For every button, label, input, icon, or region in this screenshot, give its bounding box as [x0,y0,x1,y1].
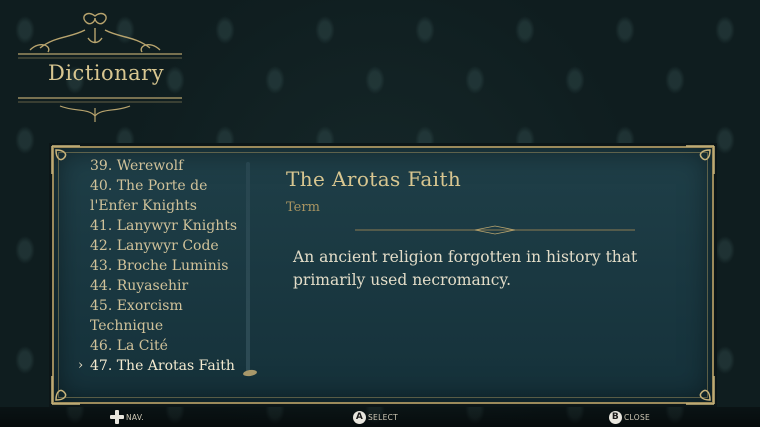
close-hint[interactable]: B CLOSE [609,410,650,424]
entry-list: 39. Werewolf 40. The Porte de l'Enfer Kn… [78,156,250,376]
list-scrollbar-track[interactable] [246,162,250,374]
entry-divider [355,225,635,235]
list-item[interactable]: 44. Ruyasehir [90,276,250,296]
a-button-icon: A [353,410,366,424]
list-item[interactable]: Technique [90,316,250,336]
select-hint[interactable]: A SELECT [353,410,398,424]
list-item[interactable]: 39. Werewolf [90,156,250,176]
entry-type: Term [286,200,320,215]
list-item[interactable]: 45. Exorcism [90,296,250,316]
entry-title: The Arotas Faith [286,167,462,191]
corner-ornament-icon [51,376,80,405]
nav-label: NAV. [126,412,145,422]
list-item[interactable]: 42. Lanywyr Code [90,236,250,256]
select-label: SELECT [368,412,399,422]
corner-ornament-icon [51,145,80,174]
dpad-icon [110,410,124,424]
list-item[interactable]: 40. The Porte de [90,176,250,196]
selection-chevron-icon: › [78,358,84,373]
list-item[interactable]: 41. Lanywyr Knights [90,216,250,236]
b-button-icon: B [609,410,622,424]
corner-ornament-icon [686,376,715,405]
nav-hint: NAV. [110,410,144,424]
corner-ornament-icon [686,145,715,174]
close-label: CLOSE [624,412,651,422]
list-item[interactable]: l'Enfer Knights [90,196,250,216]
list-item-label: 47. The Arotas Faith [90,358,235,374]
page-title: Dictionary [48,61,165,85]
list-item[interactable]: 43. Broche Luminis [90,256,250,276]
list-item-selected[interactable]: › 47. The Arotas Faith [78,356,250,376]
entry-description: An ancient religion forgotten in history… [293,248,638,289]
list-item[interactable]: 46. La Cité [90,336,250,356]
